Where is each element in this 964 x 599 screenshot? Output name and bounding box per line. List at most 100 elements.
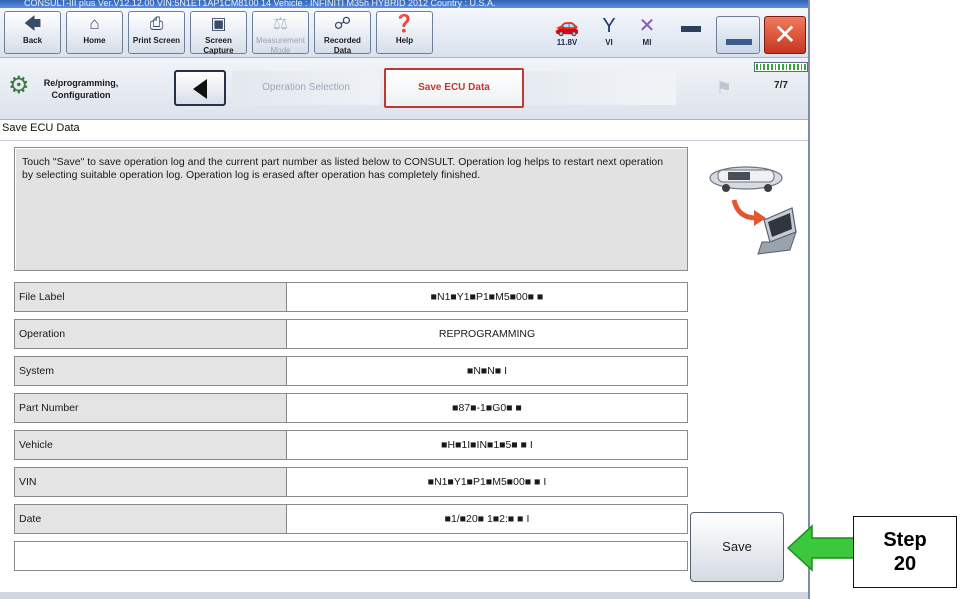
row-value-date: ■1/■20■ 1■2:■ ■ I [287,505,687,533]
title-bar: CONSULT-III plus Ver.V12.12.00 VIN:5N1ET… [0,0,808,8]
instruction-box: Touch "Save" to save operation log and t… [14,147,688,271]
breadcrumb-save-ecu-data: Save ECU Data [384,68,524,108]
title-divider [0,140,808,141]
progress-bar [754,62,808,72]
toolbar: 🡄 Back ⌂ Home ⎙ Print Screen ▣ Screen Ca… [0,8,808,58]
home-icon: ⌂ [89,14,100,33]
step-callout-number: 20 [893,553,917,575]
progress-segment [804,64,807,70]
row-label-vehicle: Vehicle [15,431,287,459]
mi-status: ✕ MI [630,14,664,47]
help-button-label: Help [395,36,414,45]
measurement-icon: ⚖ [272,14,289,33]
breadcrumb-operation-selection[interactable]: Operation Selection [232,71,380,105]
instruction-text: Touch "Save" to save operation log and t… [22,156,664,181]
back-arrow-icon: 🡄 [23,14,42,33]
vi-antenna-icon: Υ [602,15,616,37]
progress-segment [785,64,788,70]
row-value-file-label: ■N1■Y1■P1■M5■00■ ■ [287,283,687,311]
left-triangle-icon [193,79,207,99]
row-label-system: System [15,357,287,385]
next-flag-icon: ⚑ [715,78,733,98]
progress-segment [774,64,777,70]
row-label-file-label: File Label [15,283,287,311]
step-callout-label: Step [883,529,927,551]
recorded-data-icon: ☍ [333,14,352,33]
mi-label: MI [642,38,652,47]
home-button-label: Home [83,36,106,45]
print-screen-button[interactable]: ⎙ Print Screen [128,11,185,54]
measurement-mode-button[interactable]: ⚖ Measurement Mode [252,11,309,55]
progress-segment [778,64,781,70]
screen-capture-label: Screen Capture [203,36,234,55]
recorded-data-button[interactable]: ☍ Recorded Data [314,11,371,55]
progress-segment [793,64,795,70]
table-row: Part Number ■87■-1■G0■ ■ [14,393,688,423]
row-value-vehicle: ■H■1I■IN■1■5■ ■ I [287,431,687,459]
home-button[interactable]: ⌂ Home [66,11,123,54]
progress-segment [796,64,799,70]
window-bottom-edge [0,592,808,599]
connection-status: ▬ [674,14,708,38]
screen: CONSULT-III plus Ver.V12.12.00 VIN:5N1ET… [0,0,964,599]
progress-segment [767,64,769,70]
progress-count: 7/7 [774,80,788,91]
progress-segment [756,64,758,70]
progress-segment [763,64,766,70]
battery-voltage: 11.8V [556,38,578,47]
vi-status: Υ VI [592,14,626,47]
table-row: System ■N■N■ I [14,356,688,386]
printer-icon: ⎙ [149,14,164,33]
progress-segment [800,64,803,70]
row-value-system: ■N■N■ I [287,357,687,385]
step-progress: 7/7 [754,60,808,116]
reprogramming-configuration-button[interactable]: ⚙ Re/programming, Configuration [4,61,124,117]
consult-window: CONSULT-III plus Ver.V12.12.00 VIN:5N1ET… [0,0,810,599]
window-title: CONSULT-III plus Ver.V12.12.00 VIN:5N1ET… [24,0,496,8]
close-icon: ✕ [773,19,797,50]
page-title: Save ECU Data [2,122,80,134]
mi-x-icon: ✕ [638,15,656,37]
table-row: File Label ■N1■Y1■P1■M5■00■ ■ [14,282,688,312]
row-value-part-number: ■87■-1■G0■ ■ [287,394,687,422]
print-screen-label: Print Screen [132,36,181,45]
row-label-operation: Operation [15,320,287,348]
row-value-vin: ■N1■Y1■P1■M5■00■ ■ I [287,468,687,496]
row-label-part-number: Part Number [15,394,287,422]
minimize-icon [726,39,752,45]
previous-step-button[interactable] [174,70,226,106]
measurement-mode-label: Measurement Mode [256,36,305,55]
ecu-data-table: File Label ■N1■Y1■P1■M5■00■ ■ Operation … [14,282,688,578]
row-label-date: Date [15,505,287,533]
table-row: Operation REPROGRAMMING [14,319,688,349]
help-icon: ❓ [393,14,416,33]
camera-icon: ▣ [210,14,227,33]
back-button[interactable]: 🡄 Back [4,11,61,54]
close-button[interactable]: ✕ [764,16,806,54]
configuration-label: Re/programming, Configuration [43,78,119,100]
progress-segment [770,64,773,70]
battery-status: 🚗 11.8V [550,14,584,47]
configuration-gear-icon: ⚙ [8,72,30,99]
progress-segment [789,64,792,70]
car-to-laptop-icon [709,166,797,255]
recorded-data-label: Recorded Data [324,36,361,55]
minimize-button[interactable] [716,16,760,54]
step-pointer-arrow-icon [786,524,855,572]
help-button[interactable]: ❓ Help [376,11,433,54]
screen-capture-button[interactable]: ▣ Screen Capture [190,11,247,55]
save-button[interactable]: Save [690,512,784,582]
vi-label: VI [605,38,613,47]
table-row: Date ■1/■20■ 1■2:■ ■ I [14,504,688,534]
car-battery-icon: 🚗 [554,15,580,37]
row-label-vin: VIN [15,468,287,496]
table-row-empty [14,541,688,571]
breadcrumb-empty [526,71,676,105]
navigation-bar: ⚙ Re/programming, Configuration Operatio… [0,58,808,120]
progress-segment [759,64,762,70]
row-value-operation: REPROGRAMMING [287,320,687,348]
step-callout: Step 20 [853,516,957,588]
table-row: Vehicle ■H■1I■IN■1■5■ ■ I [14,430,688,460]
table-row: VIN ■N1■Y1■P1■M5■00■ ■ I [14,467,688,497]
back-button-label: Back [22,36,43,45]
